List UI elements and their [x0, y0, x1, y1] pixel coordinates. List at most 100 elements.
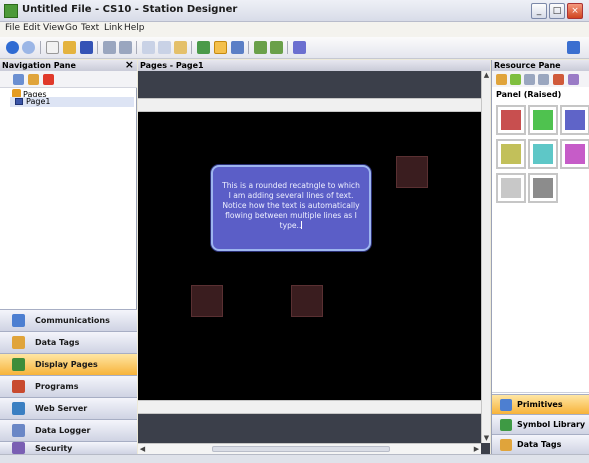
- forward-icon[interactable]: [22, 41, 35, 54]
- resource-toolbar: [492, 71, 589, 87]
- panel-swatch-blue[interactable]: [560, 105, 589, 135]
- minimize-button[interactable]: _: [531, 3, 547, 19]
- cut-icon[interactable]: [142, 41, 155, 54]
- nav-button-label: Programs: [35, 382, 79, 391]
- dark-square-shape[interactable]: [191, 285, 223, 317]
- resource-button-label: Primitives: [517, 400, 563, 409]
- help-icon[interactable]: [567, 41, 580, 54]
- import-icon[interactable]: [510, 74, 521, 85]
- back-icon[interactable]: [6, 41, 19, 54]
- tool-icon[interactable]: [568, 74, 579, 85]
- scroll-up-button[interactable]: ▲: [482, 71, 491, 80]
- web-server-icon: [12, 402, 25, 415]
- menu-text[interactable]: Text: [81, 23, 99, 33]
- page-canvas[interactable]: This is a rounded recatngle to which I a…: [138, 112, 481, 400]
- redo-icon[interactable]: [119, 41, 132, 54]
- top-ruler: [138, 98, 481, 112]
- display-pages-icon: [12, 358, 25, 371]
- toolbar-separator: [248, 41, 249, 54]
- nav-button-security[interactable]: Security: [0, 441, 137, 454]
- resource-pane-title: Resource Pane: [492, 60, 589, 71]
- add-page-icon[interactable]: [13, 74, 24, 85]
- text-box-content: This is a rounded recatngle to which I a…: [222, 181, 360, 230]
- nav-button-programs[interactable]: Programs: [0, 375, 137, 397]
- nav-button-label: Data Tags: [35, 338, 80, 347]
- resource-button-data-tags[interactable]: Data Tags: [492, 434, 589, 454]
- dark-square-shape[interactable]: [291, 285, 323, 317]
- forward-icon[interactable]: [538, 74, 549, 85]
- open-folder-icon[interactable]: [63, 41, 76, 54]
- panel-swatch-dark-gray[interactable]: [528, 173, 558, 203]
- refresh-icon[interactable]: [496, 74, 507, 85]
- scroll-down-button[interactable]: ▼: [482, 434, 491, 443]
- programs-icon: [12, 380, 25, 393]
- panel-swatch-red[interactable]: [496, 105, 526, 135]
- text-caret: [301, 221, 303, 229]
- nav-button-label: Data Logger: [35, 426, 91, 435]
- delete-icon[interactable]: [43, 74, 54, 85]
- page-view-icon[interactable]: [197, 41, 210, 54]
- scroll-right-button[interactable]: ▶: [472, 444, 481, 454]
- toolbar-separator: [191, 41, 192, 54]
- communications-icon: [12, 314, 25, 327]
- nav-button-label: Communications: [35, 316, 110, 325]
- wand-icon[interactable]: [293, 41, 306, 54]
- bottom-ruler: [138, 400, 481, 414]
- rounded-rectangle-text[interactable]: This is a rounded recatngle to which I a…: [211, 165, 371, 251]
- nav-button-display-pages[interactable]: Display Pages: [0, 353, 137, 375]
- data-logger-icon: [12, 424, 25, 437]
- add-folder-icon[interactable]: [28, 74, 39, 85]
- title-bar: Untitled File - CS10 - Station Designer …: [0, 0, 589, 22]
- tree-item-page1[interactable]: Page1: [10, 97, 134, 107]
- close-button[interactable]: ×: [567, 3, 583, 19]
- nav-button-label: Security: [35, 444, 73, 453]
- scroll-left-button[interactable]: ◀: [138, 444, 147, 454]
- panel-swatch-cyan[interactable]: [528, 139, 558, 169]
- nav-button-data-logger[interactable]: Data Logger: [0, 419, 137, 441]
- align-left-icon[interactable]: [254, 41, 267, 54]
- grid-view-icon[interactable]: [231, 41, 244, 54]
- horizontal-scrollbar[interactable]: ◀ ▶: [138, 443, 481, 454]
- toolbar-separator: [97, 41, 98, 54]
- security-icon: [12, 442, 25, 454]
- edit-icon[interactable]: [553, 74, 564, 85]
- menu-edit[interactable]: Edit: [23, 23, 40, 33]
- panel-swatch-green[interactable]: [528, 105, 558, 135]
- panel-swatch-magenta[interactable]: [560, 139, 589, 169]
- maximize-button[interactable]: □: [549, 3, 565, 19]
- resource-button-symbol-library[interactable]: Symbol Library: [492, 414, 589, 434]
- align-right-icon[interactable]: [270, 41, 283, 54]
- menu-bar: File Edit View Go Text Link Help: [0, 22, 589, 37]
- paste-icon[interactable]: [174, 41, 187, 54]
- panel-swatch-yellow[interactable]: [496, 139, 526, 169]
- window-title: Untitled File - CS10 - Station Designer: [22, 4, 238, 15]
- close-icon[interactable]: ×: [125, 59, 134, 70]
- resource-pane: Resource Pane Panel (Raised) Primitives …: [491, 60, 589, 454]
- new-file-icon[interactable]: [46, 41, 59, 54]
- nav-button-communications[interactable]: Communications: [0, 309, 137, 331]
- undo-icon[interactable]: [103, 41, 116, 54]
- nav-button-label: Web Server: [35, 404, 88, 413]
- page-icon: [15, 98, 23, 105]
- panel-swatch-light-gray[interactable]: [496, 173, 526, 203]
- menu-go[interactable]: Go: [65, 23, 77, 33]
- menu-help[interactable]: Help: [124, 23, 145, 33]
- save-icon[interactable]: [80, 41, 93, 54]
- nav-button-web-server[interactable]: Web Server: [0, 397, 137, 419]
- menu-link[interactable]: Link: [104, 23, 122, 33]
- dark-square-shape[interactable]: [396, 156, 428, 188]
- navigation-pane-header: Navigation Pane ×: [0, 59, 137, 71]
- vertical-scrollbar[interactable]: ▲ ▼: [481, 71, 490, 443]
- panel-category-label: Panel (Raised): [496, 90, 562, 99]
- nav-button-data-tags[interactable]: Data Tags: [0, 331, 137, 353]
- resource-button-label: Data Tags: [517, 440, 562, 449]
- resource-button-primitives[interactable]: Primitives: [492, 394, 589, 414]
- menu-file[interactable]: File: [5, 23, 20, 33]
- data-tags-icon: [12, 336, 25, 349]
- copy-icon[interactable]: [158, 41, 171, 54]
- symbol-library-icon: [500, 419, 512, 431]
- menu-view[interactable]: View: [43, 23, 64, 33]
- layout-view-icon[interactable]: [214, 41, 227, 54]
- back-icon[interactable]: [524, 74, 535, 85]
- horizontal-scroll-thumb[interactable]: [212, 446, 390, 452]
